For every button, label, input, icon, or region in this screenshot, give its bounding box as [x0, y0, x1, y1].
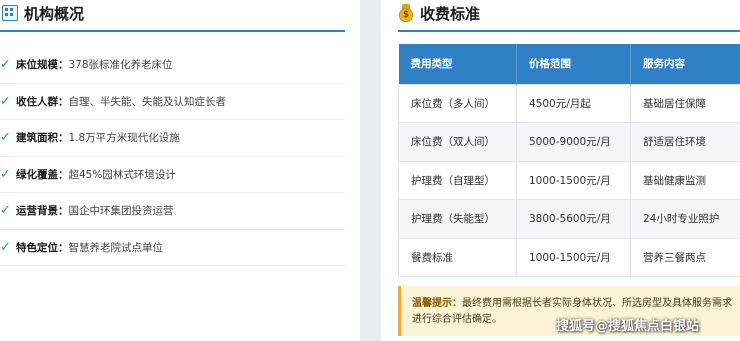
item-label: 运营背景：	[16, 205, 69, 218]
fees-heading: $ 收费标准	[398, 2, 480, 24]
table-cell: 4500元/月起	[516, 83, 631, 123]
item-value: 1.8万平方米现代化设施	[68, 132, 180, 145]
table-cell: 护理费（自理型）	[398, 160, 517, 200]
table-cell: 基础居住保障	[630, 83, 740, 123]
check-icon: ✓	[0, 166, 11, 182]
list-item: ✓ 绿化覆盖： 超45%园林式环境设计	[0, 157, 345, 193]
check-icon: ✓	[0, 203, 11, 219]
list-item: ✓ 床位规模： 378张标准化养老床位	[0, 47, 345, 84]
item-label: 床位规模：	[16, 59, 69, 72]
overview-heading: 机构概况	[2, 2, 84, 24]
table-row: 护理费（自理型） 1000-1500元/月 基础健康监测	[398, 160, 740, 200]
table-cell: 1000-1500元/月	[516, 237, 631, 277]
item-value: 超45%园林式环境设计	[68, 168, 176, 181]
item-value: 自理、半失能、失能及认知症长者	[68, 95, 227, 108]
fee-table: 费用类型 价格范围 服务内容 床位费（多人间） 4500元/月起 基础居住保障 …	[398, 44, 740, 277]
fees-divider	[398, 30, 740, 32]
table-cell: 基础健康监测	[630, 160, 740, 200]
table-cell: 舒适居住环境	[630, 122, 740, 162]
check-icon: ✓	[0, 57, 11, 73]
list-item: ✓ 特色定位： 智慧养老院试点单位	[0, 230, 345, 266]
building-icon	[2, 5, 18, 21]
table-cell: 床位费（双人间）	[398, 122, 517, 162]
column-header: 价格范围	[516, 44, 631, 84]
item-value: 智慧养老院试点单位	[68, 241, 164, 254]
list-item: ✓ 收住人群： 自理、半失能、失能及认知症长者	[0, 84, 345, 120]
table-cell: 24小时专业照护	[630, 199, 740, 239]
table-cell: 营养三餐两点	[630, 237, 740, 277]
column-header: 服务内容	[630, 44, 740, 84]
table-cell: 3800-5600元/月	[516, 199, 631, 239]
watermark: 搜狐号@搜狐焦点白银站	[556, 319, 700, 334]
table-row: 餐费标准 1000-1500元/月 营养三餐两点	[398, 237, 740, 277]
overview-panel: 机构概况 ✓ 床位规模： 378张标准化养老床位 ✓ 收住人群： 自理、半失能、失能及认…	[0, 0, 360, 341]
check-icon: ✓	[0, 130, 11, 146]
item-label: 绿化覆盖：	[16, 168, 69, 181]
item-label: 建筑面积：	[16, 132, 69, 145]
list-item: ✓ 运营背景： 国企中环集团投资运营	[0, 193, 345, 230]
list-item: ✓ 建筑面积： 1.8万平方米现代化设施	[0, 120, 345, 157]
overview-divider	[0, 30, 345, 32]
table-cell: 护理费（失能型）	[398, 199, 517, 239]
check-icon: ✓	[0, 239, 11, 255]
overview-list: ✓ 床位规模： 378张标准化养老床位 ✓ 收住人群： 自理、半失能、失能及认知症长者 …	[0, 47, 345, 266]
fees-panel: $ 收费标准 费用类型 价格范围 服务内容 床位费（多人间） 4500元/月起 …	[381, 0, 740, 341]
table-header-row: 费用类型 价格范围 服务内容	[398, 44, 740, 84]
table-row: 护理费（失能型） 3800-5600元/月 24小时专业照护	[398, 199, 740, 239]
table-cell: 5000-9000元/月	[516, 122, 631, 162]
table-cell: 1000-1500元/月	[516, 160, 631, 200]
table-cell: 餐费标准	[398, 237, 517, 277]
table-row: 床位费（双人间） 5000-9000元/月 舒适居住环境	[398, 122, 740, 162]
table-cell: 床位费（多人间）	[398, 83, 517, 123]
table-row: 床位费（多人间） 4500元/月起 基础居住保障	[398, 83, 740, 123]
item-value: 378张标准化养老床位	[68, 59, 173, 72]
item-label: 收住人群：	[16, 95, 69, 108]
item-label: 特色定位：	[16, 241, 69, 254]
item-value: 国企中环集团投资运营	[68, 205, 174, 218]
column-header: 费用类型	[398, 44, 517, 84]
check-icon: ✓	[0, 93, 11, 109]
overview-title: 机构概况	[24, 4, 85, 23]
money-bag-icon: $	[398, 4, 414, 22]
fees-title: 收费标准	[420, 4, 481, 23]
tip-label: 温馨提示：	[412, 298, 462, 309]
